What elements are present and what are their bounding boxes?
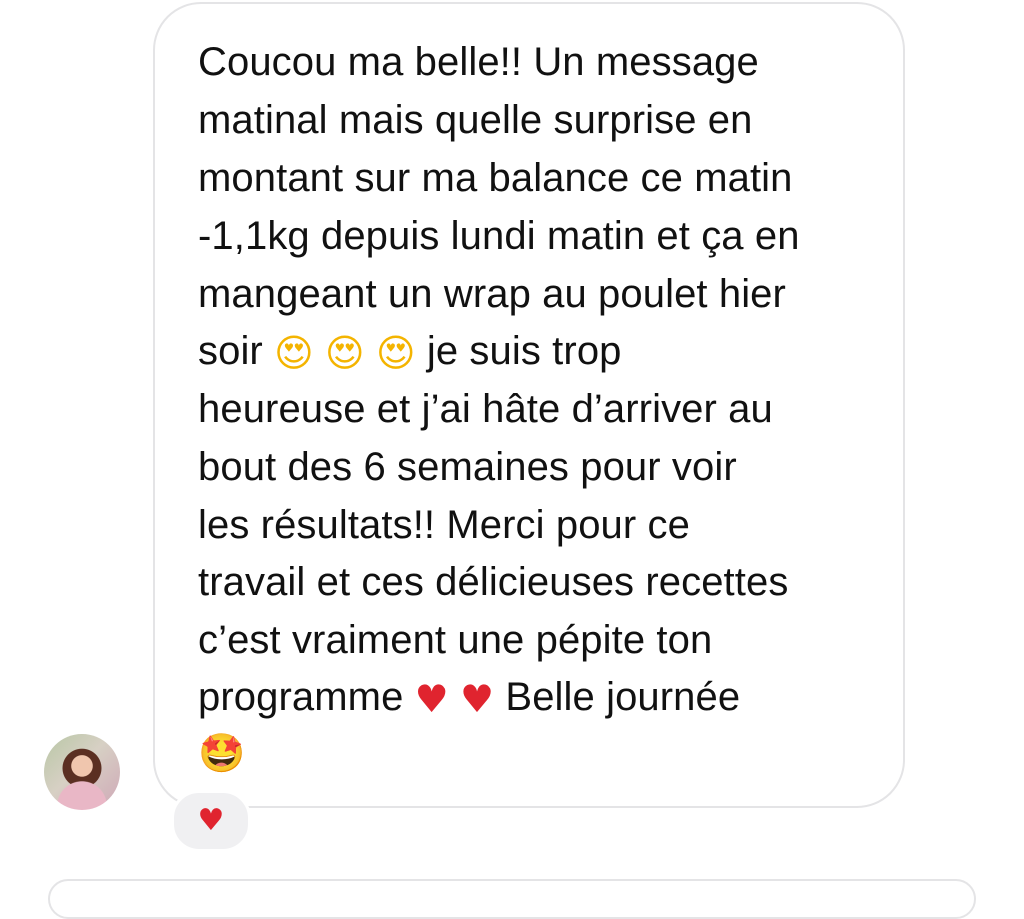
message-line-2: matinal mais quelle surprise en [198, 98, 753, 142]
red-heart-emoji-icon: ♥ [414, 677, 449, 721]
message-line-9: les résultats!! Merci pour ce [198, 503, 690, 547]
message-text-soir: soir [198, 329, 263, 373]
avatar[interactable] [44, 734, 120, 810]
heart-eyes-emoji-icon: 😍 [274, 331, 314, 375]
message-line-7: heureuse et j’ai hâte d’arriver au [198, 387, 773, 431]
message-text-programme: programme [198, 675, 404, 719]
message-line-3: montant sur ma balance ce matin [198, 156, 793, 200]
message-line-11: c’est vraiment une pépite ton [198, 618, 713, 662]
message-line-4: -1,1kg depuis lundi matin et ça en [198, 214, 800, 258]
red-heart-icon: ♥ [197, 803, 225, 838]
reaction-badge[interactable]: ♥ [171, 790, 251, 852]
message-text-je-suis-trop: je suis trop [426, 329, 622, 373]
message-line-6: soir 😍 😍 😍 je suis trop [198, 322, 622, 380]
message-text-belle-journee: Belle journée [505, 675, 741, 719]
message-line-12: programme ♥ ♥ Belle journée [198, 668, 740, 726]
message-line-8: bout des 6 semaines pour voir [198, 445, 737, 489]
heart-eyes-emoji-icon: 😍 [325, 331, 365, 375]
next-message-bubble[interactable] [48, 879, 976, 919]
message-line-10: travail et ces délicieuses recettes [198, 560, 789, 604]
message-line-5: mangeant un wrap au poulet hier [198, 272, 786, 316]
red-heart-emoji-icon: ♥ [460, 677, 495, 721]
message-line-1: Coucou ma belle!! Un message [198, 40, 759, 84]
message-line-13: 🤩 [198, 722, 245, 780]
heart-eyes-emoji-icon: 😍 [375, 331, 416, 375]
star-struck-emoji-icon: 🤩 [198, 731, 246, 775]
